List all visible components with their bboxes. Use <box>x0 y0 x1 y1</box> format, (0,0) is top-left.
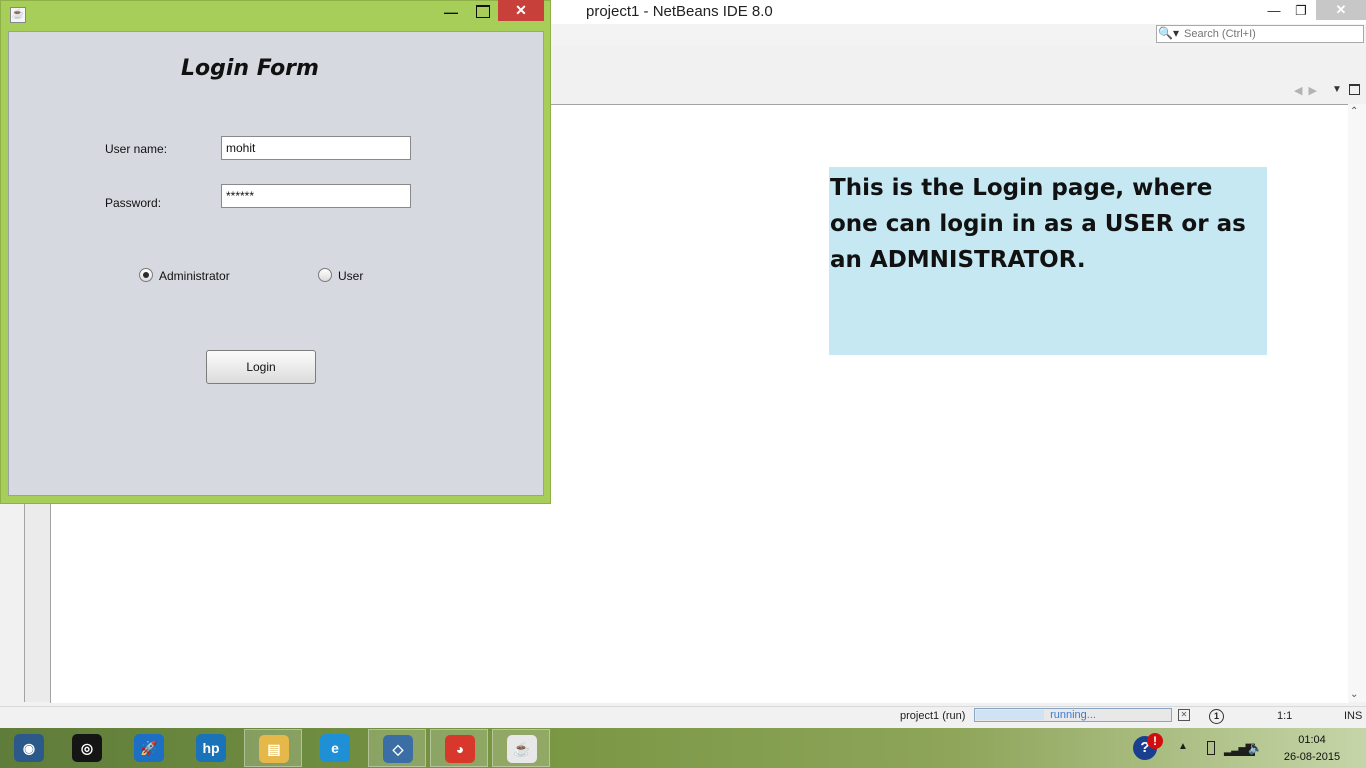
vertical-scrollbar[interactable] <box>1348 104 1366 702</box>
progress-bar-text: running... <box>1050 709 1096 721</box>
netbeans-close-button[interactable]: ✕ <box>1316 0 1366 20</box>
user-label[interactable]: User <box>338 269 363 283</box>
taskbar-item-virtualbox[interactable]: ◇ <box>368 729 426 767</box>
status-project-label: project1 (run) <box>900 710 966 722</box>
login-window-titlebar[interactable] <box>0 0 551 30</box>
insert-mode-indicator: INS <box>1344 710 1363 722</box>
chevron-down-icon[interactable]: ▼ <box>1332 84 1342 95</box>
login-form-panel <box>8 31 544 496</box>
volume-icon[interactable]: 🔈 <box>1248 741 1263 755</box>
taskbar-item-chrome[interactable]: ◕ <box>430 729 488 767</box>
caret-position: 1:1 <box>1277 710 1293 722</box>
taskbar-item-hp[interactable]: hp <box>182 729 240 767</box>
password-label: Password: <box>105 196 162 210</box>
scroll-up-icon[interactable]: ⌃ <box>1350 106 1358 117</box>
netbeans-minimize-button[interactable]: — <box>1261 0 1287 22</box>
login-maximize-button[interactable] <box>476 5 490 18</box>
clock-date[interactable]: 26-08-2015 <box>1278 751 1346 763</box>
user-radio[interactable] <box>318 268 332 282</box>
login-close-button[interactable]: ✕ <box>498 0 544 21</box>
taskbar-item-internet-explorer[interactable]: e <box>306 729 364 767</box>
clock-time[interactable]: 01:04 <box>1278 734 1346 746</box>
notification-icon[interactable]: 1 <box>1209 709 1224 724</box>
webcam-icon: ◎ <box>72 734 102 762</box>
annotation-text: This is the Login page, where one can lo… <box>829 167 1267 355</box>
search-icon[interactable]: 🔍▾ <box>1158 26 1179 40</box>
internet-explorer-icon: e <box>320 734 350 762</box>
scroll-down-icon[interactable]: ⌄ <box>1350 689 1358 700</box>
start-orb-icon: ◉ <box>14 734 44 762</box>
taskbar-item-rocket[interactable]: 🚀 <box>120 729 178 767</box>
hp-icon: hp <box>196 734 226 762</box>
taskbar-item-start-orb[interactable]: ◉ <box>0 729 58 767</box>
netbeans-maximize-button[interactable]: ❐ <box>1288 0 1314 22</box>
login-minimize-button[interactable]: — <box>444 4 458 20</box>
username-label: User name: <box>105 142 168 156</box>
chrome-icon: ◕ <box>445 735 475 763</box>
taskbar-item-java[interactable]: ☕ <box>492 729 550 767</box>
file-explorer-icon: ▤ <box>259 735 289 763</box>
username-field[interactable] <box>221 136 411 160</box>
administrator-label[interactable]: Administrator <box>159 269 230 283</box>
radio-selected-dot <box>143 272 149 278</box>
alert-icon[interactable]: ! <box>1147 733 1163 749</box>
tab-navigation-arrows-icon[interactable]: ◀▶ <box>1294 84 1323 97</box>
login-form-title: Login Form <box>181 56 319 81</box>
password-field[interactable] <box>221 184 411 208</box>
java-icon: ☕ <box>10 7 26 23</box>
taskbar-item-webcam[interactable]: ◎ <box>58 729 116 767</box>
cancel-task-icon[interactable]: ✕ <box>1178 709 1190 721</box>
rocket-icon: 🚀 <box>134 734 164 762</box>
java-icon: ☕ <box>507 735 537 763</box>
maximize-window-icon[interactable] <box>1349 84 1360 95</box>
show-hidden-icons-icon[interactable]: ▲ <box>1178 741 1188 752</box>
taskbar-item-file-explorer[interactable]: ▤ <box>244 729 302 767</box>
login-button[interactable]: Login <box>206 350 316 384</box>
virtualbox-icon: ◇ <box>383 735 413 763</box>
search-input[interactable] <box>1184 26 1360 41</box>
netbeans-window-title: project1 - NetBeans IDE 8.0 <box>586 3 773 20</box>
battery-icon[interactable] <box>1207 741 1215 755</box>
